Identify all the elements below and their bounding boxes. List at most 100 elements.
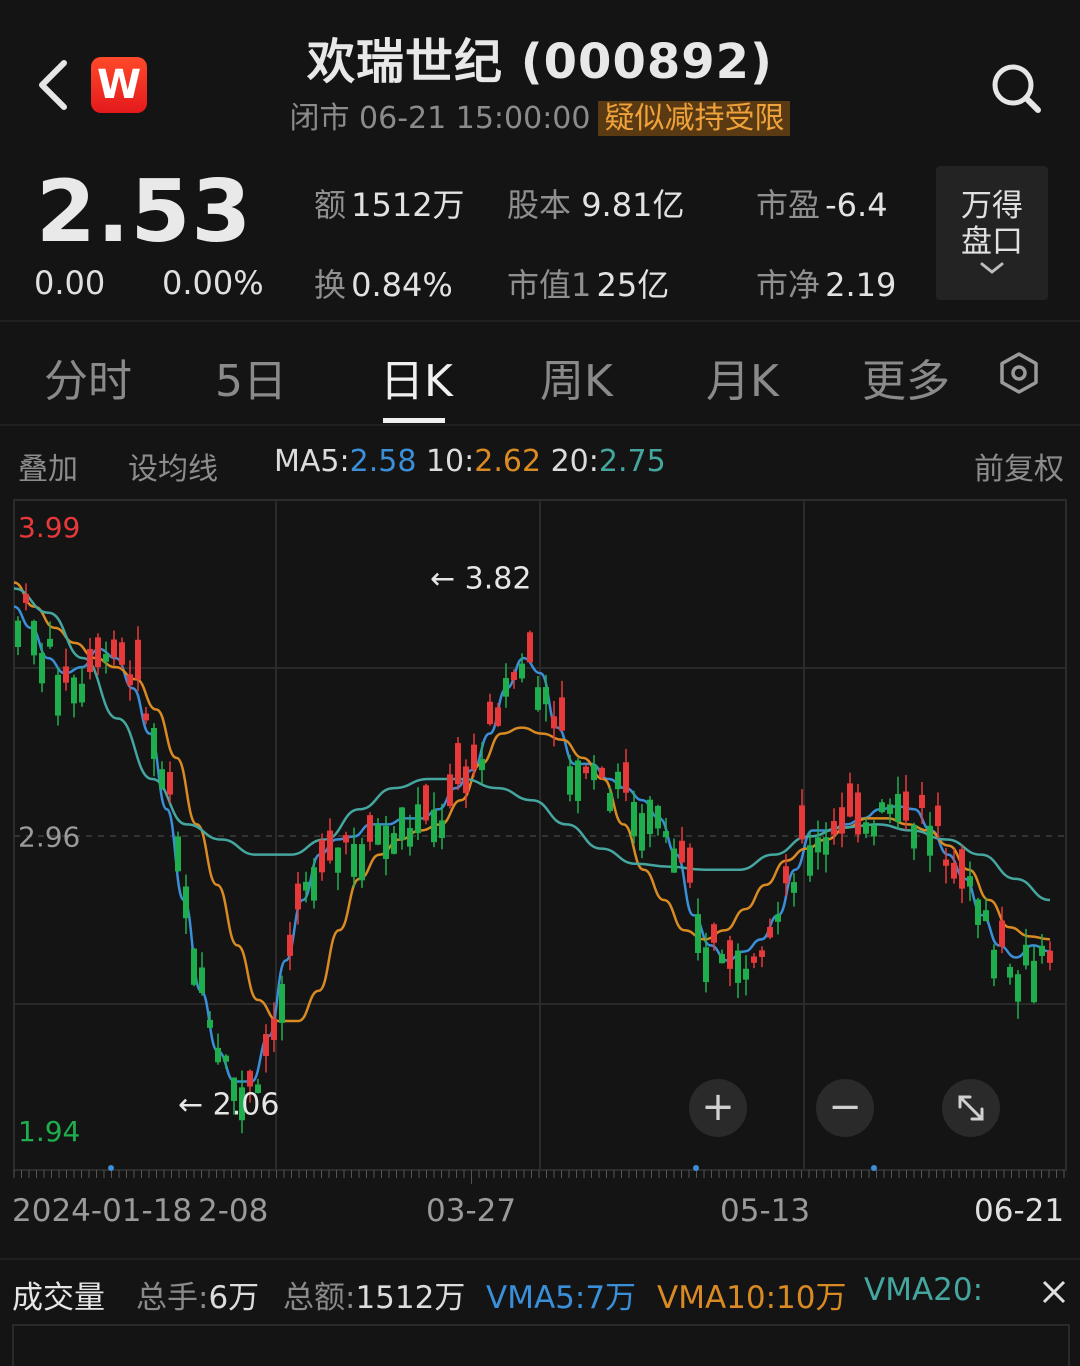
ma5-value: 2.58 — [349, 444, 417, 479]
search-icon[interactable] — [988, 60, 1044, 116]
candle-body — [135, 639, 141, 680]
tab-daily-k[interactable]: 日K — [380, 345, 453, 409]
candle-body — [1007, 966, 1013, 978]
candle-body — [511, 672, 517, 681]
set-ma-button[interactable]: 设均线 — [128, 444, 218, 488]
zoom-in-icon[interactable]: + — [689, 1079, 747, 1137]
candle-body — [311, 867, 317, 901]
tab-weekly-k[interactable]: 周K — [540, 345, 613, 409]
close-icon[interactable] — [1040, 1278, 1068, 1306]
candle-body — [439, 820, 445, 839]
candle-body — [791, 882, 797, 893]
candle-body — [695, 914, 701, 954]
stat-label: 市值1 — [507, 266, 592, 304]
candle-body — [719, 953, 725, 964]
stat-label: 市净 — [756, 266, 821, 304]
candle-body — [423, 785, 429, 821]
stat-value: 0.84% — [351, 266, 453, 304]
candle-body — [1015, 974, 1021, 1002]
stat-label: 股本 — [507, 186, 572, 224]
candle-body — [183, 886, 189, 919]
candle-body — [287, 934, 293, 956]
stat-amount: 额 1512万 — [314, 180, 465, 226]
volume-hand-label: 总手: — [136, 1280, 209, 1316]
tab-monthly-k[interactable]: 月K — [706, 345, 779, 409]
axis-marker-dot — [108, 1165, 114, 1171]
zoom-out-icon[interactable]: − — [816, 1079, 874, 1137]
candle-body — [935, 805, 941, 827]
stat-value: 25亿 — [596, 266, 670, 304]
candle-body — [47, 638, 53, 647]
candle-body — [663, 831, 669, 838]
market-status-line: 闭市 06-21 15:00:00 疑似减持受限 — [0, 93, 1080, 137]
candle-body — [631, 801, 637, 837]
candle-body — [807, 845, 813, 876]
candle-body — [615, 771, 621, 790]
candle-body — [15, 620, 21, 648]
candle-body — [127, 674, 133, 686]
candle-body — [735, 950, 741, 983]
candle-body — [727, 940, 733, 969]
stat-value: 2.19 — [825, 266, 897, 304]
wind-button-line1: 万得 — [961, 188, 1023, 224]
candle-body — [599, 767, 605, 778]
ma20-label: 20: — [550, 444, 599, 479]
candle-body — [575, 760, 581, 801]
ma-line-ma5 — [13, 605, 1051, 1083]
volume-chart-area — [12, 1324, 1070, 1366]
candle-body — [343, 835, 349, 843]
stat-pb: 市净 2.19 — [756, 260, 896, 306]
candle-body — [943, 859, 949, 866]
candle-body — [263, 1034, 269, 1057]
vma20: VMA20: — [864, 1272, 982, 1308]
candle-body — [359, 844, 365, 881]
candle-body — [399, 807, 405, 840]
kline-chart[interactable]: 3.99 2.96 1.94 ← 3.82 ← 2.06 — [0, 490, 1080, 1250]
wind-orderbook-button[interactable]: 万得 盘口 — [936, 166, 1048, 300]
candle-body — [799, 805, 805, 840]
price-change-pct: 0.00% — [162, 264, 264, 302]
settings-hexagon-icon[interactable] — [996, 350, 1042, 396]
stat-market-cap: 市值1 25亿 — [507, 260, 669, 306]
x-tick-label: 2024-01-18 — [12, 1193, 193, 1229]
market-status: 闭市 06-21 15:00:00 — [289, 101, 591, 136]
candle-body — [551, 716, 557, 729]
candle-body — [1039, 945, 1045, 956]
candle-body — [351, 843, 357, 877]
expand-icon[interactable] — [942, 1079, 1000, 1137]
candle-body — [223, 1055, 229, 1062]
candle-body — [463, 766, 469, 794]
volume-total-hand: 总手:6万 — [136, 1272, 259, 1317]
candle-body — [647, 799, 653, 835]
candle-body — [151, 728, 157, 759]
stat-turnover: 换 0.84% — [314, 260, 453, 306]
tab-more[interactable]: 更多 — [862, 345, 950, 409]
candle-body — [295, 883, 301, 910]
volume-total-amount: 总额:1512万 — [283, 1272, 465, 1317]
candle-body — [175, 836, 181, 872]
x-tick-label: 05-13 — [720, 1193, 811, 1229]
volume-amount-value: 1512万 — [355, 1280, 466, 1316]
x-tick-label: 03-27 — [426, 1193, 517, 1229]
candle-body — [831, 821, 837, 835]
volume-title[interactable]: 成交量 — [12, 1272, 105, 1317]
candle-body — [583, 766, 589, 774]
overlay-button[interactable]: 叠加 — [18, 444, 78, 488]
candle-body — [527, 632, 533, 663]
reduction-warning-badge[interactable]: 疑似减持受限 — [598, 101, 791, 136]
stock-title: 欢瑞世纪 (000892) — [307, 34, 773, 90]
candle-body — [71, 677, 77, 704]
candle-body — [839, 807, 845, 834]
adjust-mode-button[interactable]: 前复权 — [974, 444, 1064, 488]
candle-body — [591, 764, 597, 781]
candle-body — [375, 824, 381, 845]
candle-body — [279, 983, 285, 1023]
candle-body — [455, 743, 461, 785]
candle-body — [335, 847, 341, 873]
axis-marker-dot — [871, 1165, 877, 1171]
tab-5day[interactable]: 5日 — [215, 345, 287, 409]
tab-intraday[interactable]: 分时 — [44, 345, 132, 409]
candle-body — [31, 620, 37, 656]
stat-label: 换 — [314, 266, 347, 304]
candle-body — [815, 837, 821, 853]
